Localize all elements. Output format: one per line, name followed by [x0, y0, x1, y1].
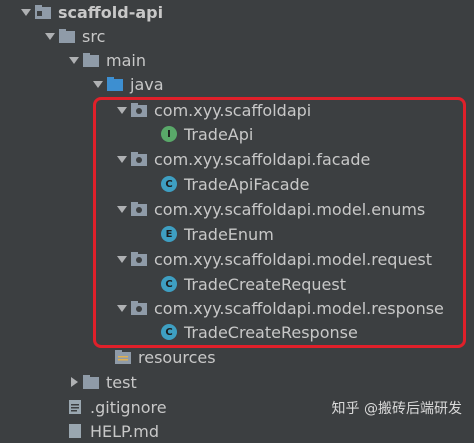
tree-label: com.xyy.scaffoldapi.model.request — [154, 249, 433, 269]
enum-icon: E — [160, 225, 178, 243]
tree-node-class[interactable]: C TradeApiFacade — [160, 172, 310, 196]
tree-node-package[interactable]: com.xyy.scaffoldapi.model.request — [114, 247, 432, 271]
tree-node-main[interactable]: main — [66, 48, 146, 72]
tree-label: com.xyy.scaffoldapi — [154, 100, 312, 120]
tree-node-class[interactable]: C TradeCreateRequest — [160, 272, 346, 296]
tree-node-resources[interactable]: resources — [114, 345, 216, 369]
class-icon: C — [160, 323, 178, 341]
tree-node-package[interactable]: com.xyy.scaffoldapi.model.enums — [114, 197, 425, 221]
watermark-text: 知乎 @搬砖后端研发 — [331, 401, 462, 417]
package-icon — [130, 101, 148, 119]
tree-label: HELP.md — [90, 421, 160, 441]
tree-label: TradeCreateResponse — [184, 322, 358, 342]
tree-label: TradeApiFacade — [184, 174, 310, 194]
tree-label: TradeCreateRequest — [184, 274, 346, 294]
class-icon: C — [160, 275, 178, 293]
tree-node-class[interactable]: I TradeApi — [160, 122, 253, 146]
tree-label: test — [106, 372, 137, 392]
tree-node-java[interactable]: java — [90, 72, 164, 96]
tree-label: .gitignore — [90, 397, 167, 417]
chevron-down-icon[interactable] — [90, 76, 106, 92]
tree-label: scaffold-api — [58, 2, 164, 22]
tree-label: TradeApi — [184, 124, 254, 144]
chevron-right-icon[interactable] — [66, 374, 82, 390]
tree-node-package[interactable]: com.xyy.scaffoldapi — [114, 98, 311, 122]
interface-icon: I — [160, 125, 178, 143]
chevron-down-icon[interactable] — [66, 52, 82, 68]
tree-node-test[interactable]: test — [66, 370, 137, 394]
tree-node-class[interactable]: E TradeEnum — [160, 222, 274, 246]
package-icon — [130, 200, 148, 218]
chevron-down-icon[interactable] — [42, 28, 58, 44]
tree-label: com.xyy.scaffoldapi.facade — [154, 149, 371, 169]
chevron-down-icon[interactable] — [114, 151, 130, 167]
tree-label: java — [130, 74, 164, 94]
folder-icon — [82, 373, 100, 391]
tree-node-package[interactable]: com.xyy.scaffoldapi.facade — [114, 147, 370, 171]
package-icon — [130, 299, 148, 317]
tree-label: com.xyy.scaffoldapi.model.enums — [154, 199, 426, 219]
package-icon — [130, 250, 148, 268]
class-icon: C — [160, 175, 178, 193]
chevron-down-icon[interactable] — [114, 102, 130, 118]
tree-label: src — [82, 26, 106, 46]
chevron-down-icon[interactable] — [114, 201, 130, 217]
module-folder-icon — [34, 3, 52, 21]
chevron-down-icon[interactable] — [18, 4, 34, 20]
tree-node-scaffold-api[interactable]: scaffold-api — [18, 0, 163, 24]
watermark: 知乎 @搬砖后端研发 — [332, 398, 462, 418]
resources-folder-icon — [114, 348, 132, 366]
tree-node-gitignore[interactable]: .gitignore — [66, 395, 167, 419]
chevron-down-icon[interactable] — [114, 300, 130, 316]
tree-label: main — [106, 50, 146, 70]
tree-label: com.xyy.scaffoldapi.model.response — [154, 298, 444, 318]
markdown-file-icon — [66, 422, 84, 440]
package-icon — [130, 150, 148, 168]
source-folder-icon — [106, 75, 124, 93]
tree-node-help[interactable]: HELP.md — [66, 419, 159, 443]
tree-node-src[interactable]: src — [42, 24, 105, 48]
tree-node-class[interactable]: C TradeCreateResponse — [160, 320, 358, 344]
tree-label: TradeEnum — [184, 224, 274, 244]
folder-icon — [82, 51, 100, 69]
folder-icon — [58, 27, 76, 45]
tree-label: resources — [138, 347, 216, 367]
chevron-down-icon[interactable] — [114, 251, 130, 267]
file-icon — [66, 398, 84, 416]
tree-node-package[interactable]: com.xyy.scaffoldapi.model.response — [114, 296, 444, 320]
